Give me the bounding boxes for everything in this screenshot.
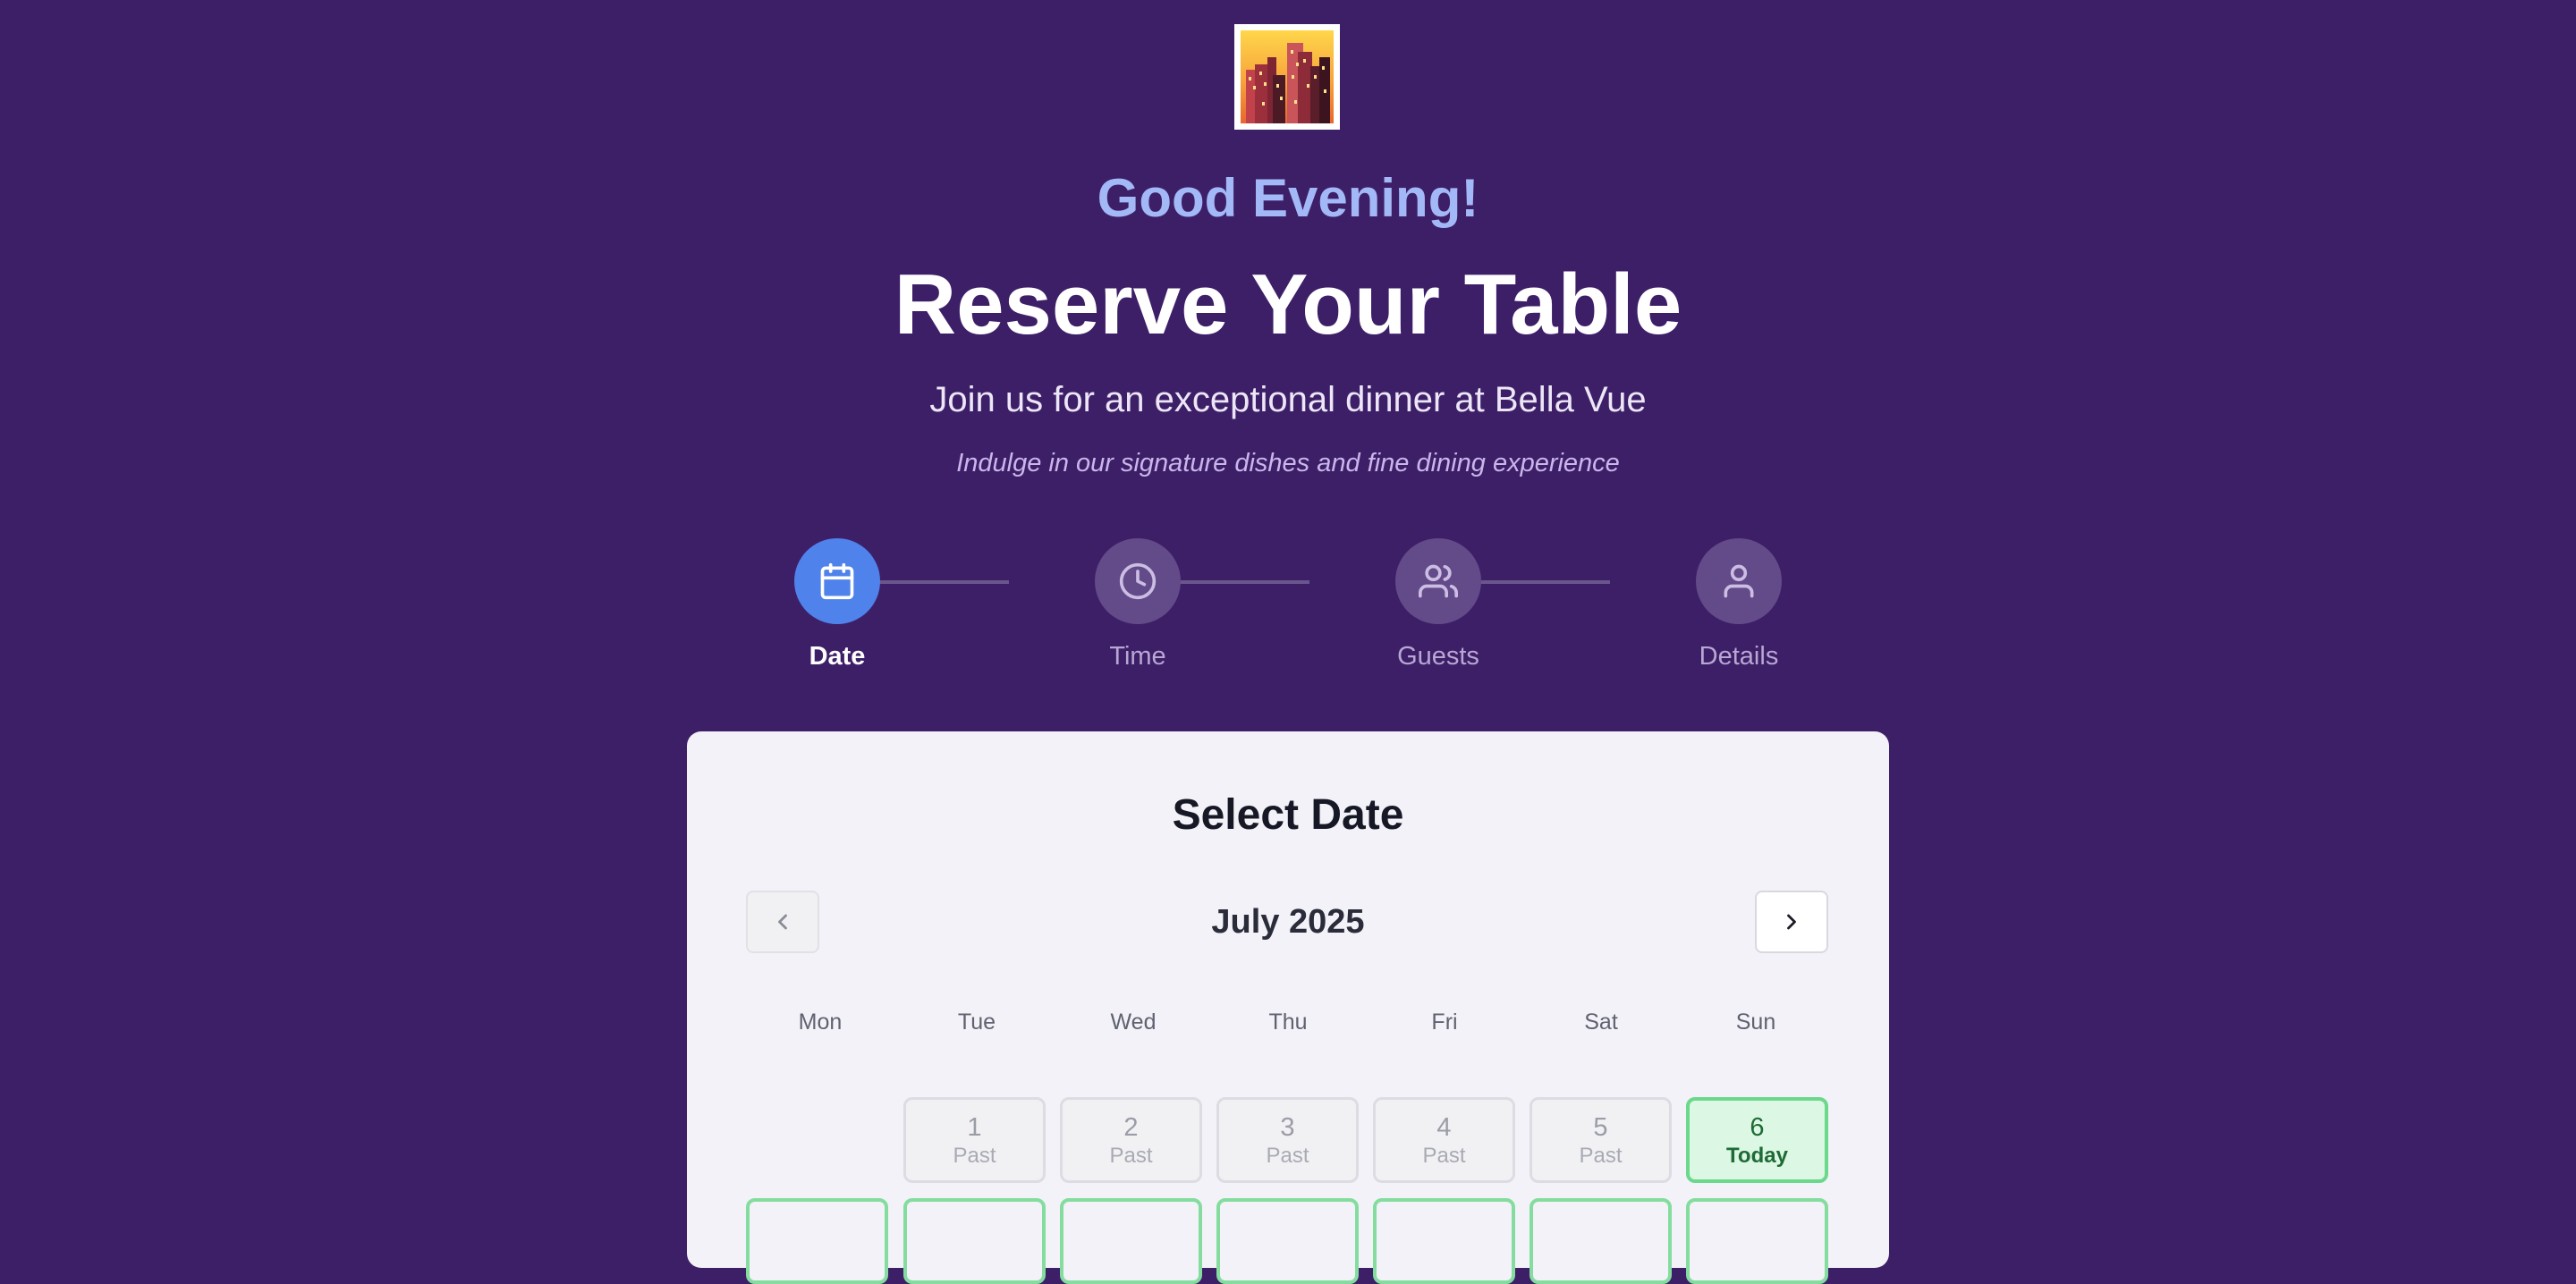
step-details[interactable]: Details (1631, 538, 1846, 672)
day-number: 1 (967, 1113, 982, 1142)
weekday-label: Fri (1431, 1009, 1458, 1035)
greeting: Good Evening! (1097, 168, 1479, 228)
user-icon (1724, 564, 1754, 598)
calendar-day[interactable] (903, 1198, 1046, 1284)
chevron-right-icon (1787, 914, 1796, 930)
next-month-button[interactable] (1755, 891, 1828, 953)
calendar-icon (820, 562, 854, 600)
calendar-day[interactable] (1530, 1198, 1672, 1284)
card-heading: Select Date (1172, 791, 1404, 839)
date-picker-card: Select Date July 2025 Mon Tue Wed Thu Fr… (687, 731, 1889, 1284)
day-note: Past (1422, 1144, 1466, 1168)
page-title: Reserve Your Table (894, 257, 1682, 352)
calendar-day[interactable] (1060, 1198, 1202, 1284)
calendar-day-today[interactable]: 6 Today (1686, 1097, 1828, 1183)
step-date[interactable]: Date (730, 538, 945, 672)
clock-icon (1119, 562, 1157, 600)
day-note: Today (1726, 1144, 1788, 1168)
cityscape-sunset-icon (1241, 30, 1334, 123)
step-circle (1696, 538, 1782, 624)
day-note: Past (953, 1144, 996, 1168)
calendar-day[interactable] (1216, 1198, 1359, 1284)
day-number: 4 (1436, 1113, 1452, 1142)
tagline: Indulge in our signature dishes and fine… (956, 449, 1620, 477)
step-circle (794, 538, 880, 624)
day-note: Past (1109, 1144, 1153, 1168)
day-note: Past (1579, 1144, 1623, 1168)
step-label: Date (809, 642, 866, 671)
weekday-label: Sun (1735, 1009, 1776, 1035)
day-note: Past (1266, 1144, 1309, 1168)
step-guests[interactable]: Guests (1331, 538, 1546, 672)
page-subtitle: Join us for an exceptional dinner at Bel… (929, 380, 1647, 419)
calendar-day-past: 4 Past (1373, 1097, 1515, 1183)
restaurant-logo (1234, 24, 1340, 130)
calendar-day-past: 3 Past (1216, 1097, 1359, 1183)
weekday-label: Sat (1584, 1009, 1618, 1035)
users-icon (1419, 564, 1458, 598)
weekday-label: Mon (798, 1009, 843, 1035)
weekday-label: Wed (1110, 1009, 1157, 1035)
step-label: Time (1109, 642, 1166, 671)
weekday-label: Tue (957, 1009, 996, 1035)
day-number: 5 (1593, 1113, 1608, 1142)
day-number: 6 (1750, 1113, 1765, 1142)
step-label: Guests (1397, 642, 1479, 671)
day-number: 2 (1123, 1113, 1139, 1142)
weekday-label: Thu (1268, 1009, 1308, 1035)
calendar-day-past: 1 Past (903, 1097, 1046, 1183)
calendar-day[interactable] (1686, 1198, 1828, 1284)
step-label: Details (1699, 642, 1779, 671)
calendar-day-past: 5 Past (1530, 1097, 1672, 1183)
calendar-day[interactable] (746, 1198, 888, 1284)
calendar-day[interactable] (1373, 1198, 1515, 1284)
step-time[interactable]: Time (1030, 538, 1245, 672)
step-circle (1395, 538, 1481, 624)
step-circle (1095, 538, 1181, 624)
day-number: 3 (1280, 1113, 1295, 1142)
calendar-day-past: 2 Past (1060, 1097, 1202, 1183)
month-label: July 2025 (1211, 903, 1365, 941)
